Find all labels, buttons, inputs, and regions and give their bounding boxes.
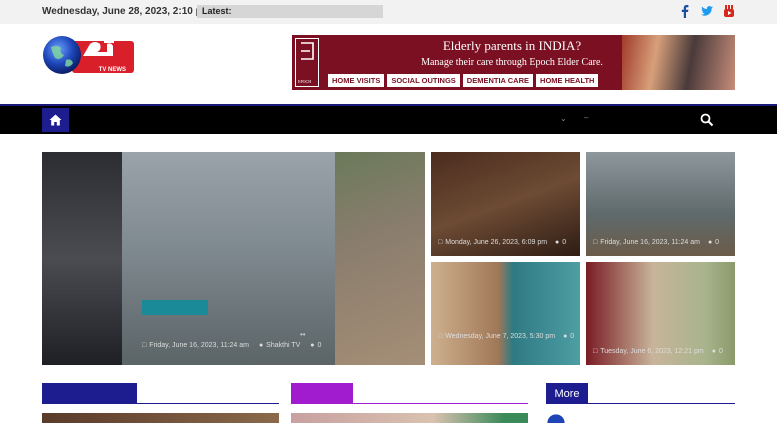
current-date: Wednesday, June 28, 2023, 2:10 pm xyxy=(42,6,211,17)
ad-tag-social-outings: SOCIAL OUTINGS xyxy=(387,74,460,87)
post-meta: □ Monday, June 26, 2023, 6:09 pm ● 0 xyxy=(438,239,566,246)
post-meta: □ Friday, June 16, 2023, 11:24 am ● 0 xyxy=(593,239,719,246)
comment-icon: ● xyxy=(711,348,716,355)
home-button[interactable] xyxy=(42,108,69,132)
comment-count[interactable]: 0 xyxy=(562,239,566,246)
main-nav: ⌄ – xyxy=(0,106,777,134)
category-tag[interactable] xyxy=(142,300,208,315)
ad-tags: HOME VISITS SOCIAL OUTINGS DEMENTIA CARE… xyxy=(328,74,599,87)
section-heading-1[interactable] xyxy=(42,383,137,404)
more-heading[interactable]: More xyxy=(546,383,588,404)
logo-caption: TV NEWS xyxy=(99,67,126,73)
post-date: Friday, June 16, 2023, 11:24 am xyxy=(600,239,700,246)
section-divider-1 xyxy=(42,403,279,404)
calendar-icon: □ xyxy=(593,348,598,355)
twitter-icon[interactable] xyxy=(700,4,714,18)
nav-dash-icon[interactable]: – xyxy=(584,113,588,122)
comment-icon: ● xyxy=(310,342,315,349)
more-item-thumbnail[interactable] xyxy=(546,413,566,423)
user-icon: ● xyxy=(258,342,264,349)
calendar-icon: □ xyxy=(438,333,443,340)
featured-post-3[interactable]: □ Wednesday, June 7, 2023, 5:30 pm ● 0 xyxy=(431,262,580,365)
comment-count[interactable]: 0 xyxy=(570,333,574,340)
comment-count[interactable]: 0 xyxy=(719,348,723,355)
site-logo[interactable]: TV NEWS xyxy=(42,34,136,76)
featured-main-image-right xyxy=(335,152,425,365)
ad-tag-dementia-care: DEMENTIA CARE xyxy=(462,74,534,87)
ad-subtitle: Manage their care through Epoch Elder Ca… xyxy=(421,57,603,68)
dots-icon: •• xyxy=(300,330,306,339)
home-icon xyxy=(49,114,62,126)
ad-tag-home-health: HOME HEALTH xyxy=(536,74,599,87)
search-icon[interactable] xyxy=(700,113,714,127)
comment-icon: ● xyxy=(707,239,713,246)
section-divider-more xyxy=(546,403,735,404)
post-meta: □ Friday, June 16, 2023, 11:24 am ● Shakth… xyxy=(142,342,321,349)
comment-count[interactable]: 0 xyxy=(715,239,719,246)
comment-count[interactable]: 0 xyxy=(317,342,321,349)
post-meta: □ Tuesday, June 6, 2023, 12:21 pm ● 0 xyxy=(593,348,723,355)
post-date: Monday, June 26, 2023, 6:09 pm xyxy=(445,239,548,246)
top-bar: Wednesday, June 28, 2023, 2:10 pm Latest… xyxy=(0,0,777,24)
featured-main-post[interactable]: •• □ Friday, June 16, 2023, 11:24 am ● Sha… xyxy=(42,152,425,365)
featured-post-4[interactable]: □ Tuesday, June 6, 2023, 12:21 pm ● 0 xyxy=(586,262,735,365)
youtube-icon[interactable] xyxy=(722,4,736,18)
post-author[interactable]: Shakthi TV xyxy=(266,342,300,349)
post-date: Tuesday, June 6, 2023, 12:21 pm xyxy=(600,348,704,355)
ad-photo xyxy=(622,35,735,90)
latest-ticker[interactable]: Latest: xyxy=(197,5,383,18)
post-meta: □ Wednesday, June 7, 2023, 5:30 pm ● 0 xyxy=(438,333,574,340)
calendar-icon: □ xyxy=(438,239,443,246)
post-date: Friday, June 16, 2023, 11:24 am xyxy=(149,342,249,349)
featured-main-image-left xyxy=(42,152,122,365)
featured-post-2[interactable]: □ Friday, June 16, 2023, 11:24 am ● 0 xyxy=(586,152,735,256)
facebook-icon[interactable] xyxy=(678,4,692,18)
post-date: Wednesday, June 7, 2023, 5:30 pm xyxy=(445,333,556,340)
section-2-thumbnail[interactable] xyxy=(291,413,528,423)
calendar-icon: □ xyxy=(142,342,147,349)
page: Wednesday, June 28, 2023, 2:10 pm Latest… xyxy=(0,0,777,423)
featured-post-1[interactable]: □ Monday, June 26, 2023, 6:09 pm ● 0 xyxy=(431,152,580,256)
epoch-logo: EPOCH xyxy=(295,38,319,87)
comment-icon: ● xyxy=(563,333,568,340)
epoch-mark-icon xyxy=(301,42,314,60)
epoch-brand: EPOCH xyxy=(298,79,312,84)
section-1-thumbnail[interactable] xyxy=(42,413,279,423)
ad-banner[interactable]: EPOCH Elderly parents in INDIA? Manage t… xyxy=(292,35,735,90)
section-divider-2 xyxy=(291,403,528,404)
ad-title: Elderly parents in INDIA? xyxy=(442,38,582,53)
latest-label: Latest: xyxy=(202,6,232,16)
calendar-icon: □ xyxy=(593,239,598,246)
ad-tag-home-visits: HOME VISITS xyxy=(328,74,385,87)
comment-icon: ● xyxy=(555,239,560,246)
chevron-down-icon[interactable]: ⌄ xyxy=(560,114,567,123)
section-heading-2[interactable] xyxy=(291,383,353,404)
